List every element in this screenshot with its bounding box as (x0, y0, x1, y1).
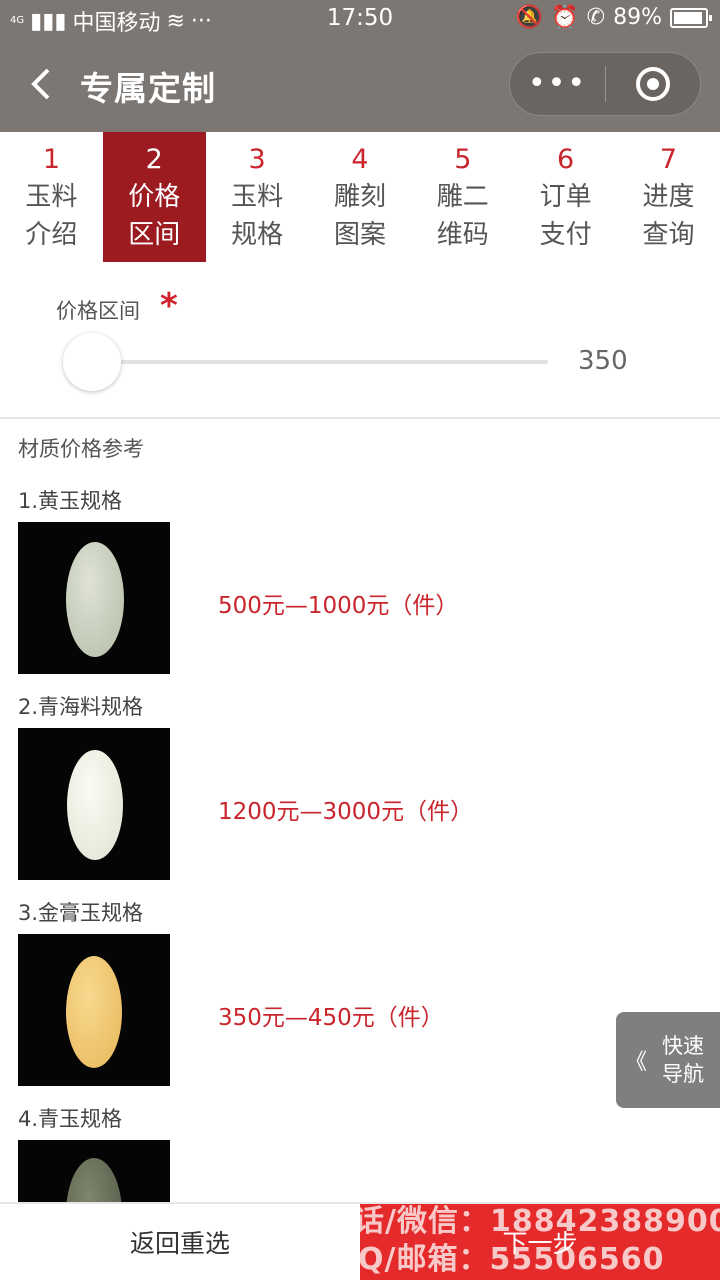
jade-stone-image (67, 750, 123, 860)
alarm-icon: ⏰ (551, 5, 579, 30)
item-price-1: 500元—1000元（件） (218, 593, 459, 619)
battery-icon (670, 7, 712, 28)
double-chevron-left-icon: 《 (624, 1050, 647, 1075)
step-tab-5[interactable]: 5 雕二维码 (411, 132, 514, 262)
item-title-4: 4.青玉规格 (18, 1107, 123, 1131)
step-number: 3 (248, 144, 266, 175)
step-number: 6 (557, 144, 575, 175)
step-label: 玉料介绍 (25, 182, 78, 250)
item-price-2: 1200元—3000元（件） (218, 799, 474, 825)
item-image-4[interactable] (18, 1140, 170, 1202)
back-arrow-icon[interactable] (22, 64, 62, 104)
step-label: 雕刻图案 (333, 182, 386, 250)
quick-nav-button[interactable]: 《 快速导航 (616, 1012, 720, 1108)
price-range-section: 价格区间 * 350 (0, 262, 720, 418)
step-number: 2 (145, 144, 163, 175)
price-slider-value: 350 (578, 346, 628, 376)
step-number: 5 (454, 144, 472, 175)
item-image-3[interactable] (18, 934, 170, 1086)
price-slider-track[interactable] (92, 360, 548, 364)
step-tab-2[interactable]: 2 价格区间 (102, 132, 206, 262)
jade-stone-image (66, 1158, 122, 1202)
item-title-1: 1.黄玉规格 (18, 489, 123, 513)
status-bar: 4G ▮▮▮ 中国移动 ≋ ··· 17:50 🔕 ⏰ ✆ 89% (0, 0, 720, 38)
battery-percent: 89% (613, 5, 662, 30)
jade-stone-image (66, 956, 122, 1068)
more-menu-icon[interactable]: ••• (510, 52, 605, 116)
jade-stone-image (66, 542, 124, 657)
reselect-button[interactable]: 返回重选 (0, 1204, 360, 1280)
step-tab-4[interactable]: 4 雕刻图案 (309, 132, 412, 262)
target-icon (635, 67, 670, 101)
close-mini-program-button[interactable] (606, 67, 700, 101)
step-tab-7[interactable]: 7 进度查询 (617, 132, 720, 262)
bell-off-icon: 🔕 (515, 5, 544, 30)
required-marker: * (160, 286, 178, 326)
step-label: 玉料规格 (231, 182, 284, 250)
reference-title: 材质价格参考 (18, 437, 144, 461)
step-number: 7 (659, 144, 678, 175)
next-step-label: 下一步 (502, 1229, 578, 1258)
item-price-3: 350元—450元（件） (218, 1005, 444, 1031)
step-tabs: 1 玉料介绍 2 价格区间 3 玉料规格 4 雕刻图案 5 雕二维码 6 订单支付 7 进度查… (0, 132, 720, 262)
mini-program-capsule: ••• (509, 52, 701, 116)
step-tab-6[interactable]: 6 订单支付 (514, 132, 617, 262)
price-range-label: 价格区间 (56, 299, 140, 323)
step-number: 4 (351, 144, 369, 175)
step-tab-1[interactable]: 1 玉料介绍 (0, 132, 103, 262)
step-label: 进度查询 (642, 182, 695, 250)
step-number: 1 (42, 144, 61, 175)
step-tab-3[interactable]: 3 玉料规格 (206, 132, 309, 262)
item-title-3: 3.金膏玉规格 (18, 901, 144, 925)
item-image-2[interactable] (18, 728, 170, 880)
item-title-2: 2.青海料规格 (18, 695, 144, 719)
step-label: 订单支付 (539, 182, 592, 250)
item-image-1[interactable] (18, 522, 170, 674)
bottom-action-bar: 返回重选 话/微信：18842388900 Q/邮箱：55506560 下一步 (0, 1202, 720, 1280)
quick-nav-label: 快速导航 (662, 1034, 704, 1086)
step-label: 雕二维码 (436, 182, 489, 250)
nav-bar: 专属定制 ••• (0, 38, 720, 132)
step-label: 价格区间 (128, 182, 181, 250)
status-right: 🔕 ⏰ ✆ 89% (515, 5, 712, 30)
next-step-button[interactable]: 话/微信：18842388900 Q/邮箱：55506560 下一步 (360, 1204, 720, 1280)
page-title: 专属定制 (80, 69, 216, 108)
section-divider (0, 417, 720, 419)
price-slider-thumb[interactable] (63, 333, 121, 391)
call-hd-icon: ✆ (586, 5, 606, 30)
